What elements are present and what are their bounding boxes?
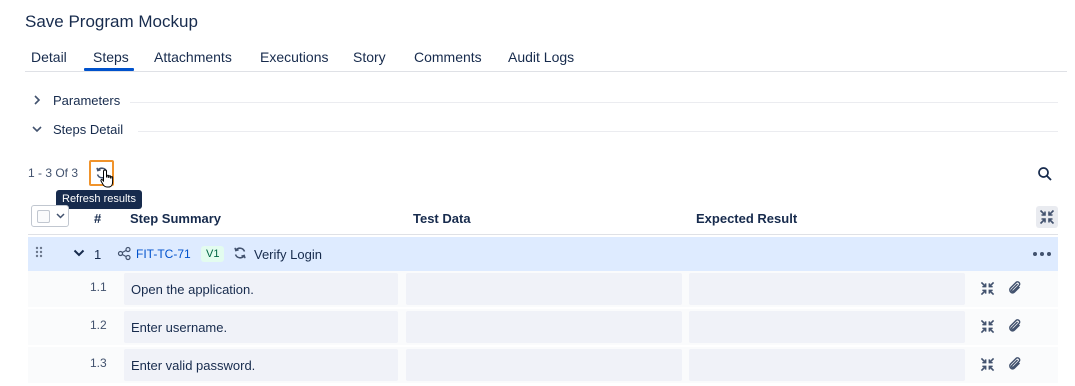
- chevron-right-icon: [34, 95, 41, 105]
- page-title: Save Program Mockup: [25, 12, 198, 31]
- table-row: 1.3 Enter valid password.: [28, 347, 1058, 383]
- step-summary-text: Open the application.: [131, 282, 254, 297]
- attachment-icon[interactable]: [1007, 318, 1023, 334]
- active-tab-indicator: [84, 68, 134, 71]
- step-summary-cell[interactable]: Open the application.: [124, 273, 398, 305]
- step-summary-cell[interactable]: Enter username.: [124, 311, 398, 343]
- tab-attachments[interactable]: Attachments: [154, 49, 232, 65]
- step-number: 1.3: [90, 356, 107, 370]
- sync-icon[interactable]: [233, 246, 247, 260]
- collapse-icon[interactable]: [980, 319, 995, 334]
- step-number: 1.1: [90, 280, 107, 294]
- steps-table-header: # Step Summary Test Data Expected Result: [28, 203, 1058, 235]
- link-icon: [117, 246, 131, 261]
- collapse-icon[interactable]: [980, 357, 995, 372]
- expected-result-cell[interactable]: [689, 349, 965, 381]
- steps-detail-section-label: Steps Detail: [53, 122, 124, 137]
- attachment-icon[interactable]: [1007, 356, 1023, 372]
- parameters-section-label: Parameters: [53, 93, 121, 108]
- tab-comments[interactable]: Comments: [414, 49, 482, 65]
- collapse-icon: [1039, 209, 1055, 225]
- search-icon[interactable]: [1037, 166, 1053, 182]
- section-divider: [130, 102, 1058, 103]
- step-summary-cell[interactable]: Enter valid password.: [124, 349, 398, 381]
- drag-handle-icon[interactable]: [35, 246, 43, 260]
- table-row-parent[interactable]: 1 FIT-TC-71 V1 Verify Login: [28, 237, 1058, 271]
- step-summary-text: Enter valid password.: [131, 358, 256, 373]
- tab-executions[interactable]: Executions: [260, 49, 328, 65]
- tab-story[interactable]: Story: [353, 49, 386, 65]
- collapse-all-button[interactable]: [1036, 206, 1058, 228]
- chevron-down-icon[interactable]: [73, 248, 85, 258]
- pointer-cursor-icon: [100, 169, 114, 188]
- column-header-step-summary: Step Summary: [130, 211, 222, 226]
- parameters-section-toggle[interactable]: Parameters: [30, 90, 1058, 114]
- expected-result-cell[interactable]: [689, 311, 965, 343]
- tab-audit-logs[interactable]: Audit Logs: [508, 49, 574, 65]
- test-data-cell[interactable]: [406, 311, 682, 343]
- attachment-icon[interactable]: [1007, 280, 1023, 296]
- chevron-down-icon: [56, 213, 65, 219]
- test-case-key-link[interactable]: FIT-TC-71: [136, 247, 191, 261]
- tab-steps[interactable]: Steps: [93, 49, 129, 65]
- column-header-test-data: Test Data: [413, 211, 471, 226]
- chevron-down-icon: [32, 126, 42, 133]
- table-row: 1.1 Open the application.: [28, 271, 1058, 307]
- pagination-count: 1 - 3 Of 3: [28, 166, 79, 180]
- more-icon[interactable]: [1032, 246, 1052, 262]
- step-summary-text: Enter username.: [131, 320, 228, 335]
- column-header-expected-result: Expected Result: [696, 211, 798, 226]
- table-row: 1.2 Enter username.: [28, 309, 1058, 345]
- tab-detail[interactable]: Detail: [31, 49, 67, 65]
- collapse-icon[interactable]: [980, 281, 995, 296]
- select-all-checkbox[interactable]: [37, 210, 50, 223]
- step-number: 1.2: [90, 318, 107, 332]
- test-data-cell[interactable]: [406, 349, 682, 381]
- select-all-checkbox-dropdown[interactable]: [31, 205, 69, 227]
- tab-bar: Detail Steps Attachments Executions Stor…: [25, 44, 1067, 72]
- steps-detail-section-toggle[interactable]: Steps Detail: [30, 119, 1058, 143]
- row-number: 1: [94, 247, 102, 262]
- column-header-number: #: [94, 211, 102, 226]
- test-data-cell[interactable]: [406, 273, 682, 305]
- expected-result-cell[interactable]: [689, 273, 965, 305]
- test-case-title: Verify Login: [254, 247, 322, 262]
- version-badge: V1: [201, 246, 225, 262]
- section-divider: [138, 131, 1058, 132]
